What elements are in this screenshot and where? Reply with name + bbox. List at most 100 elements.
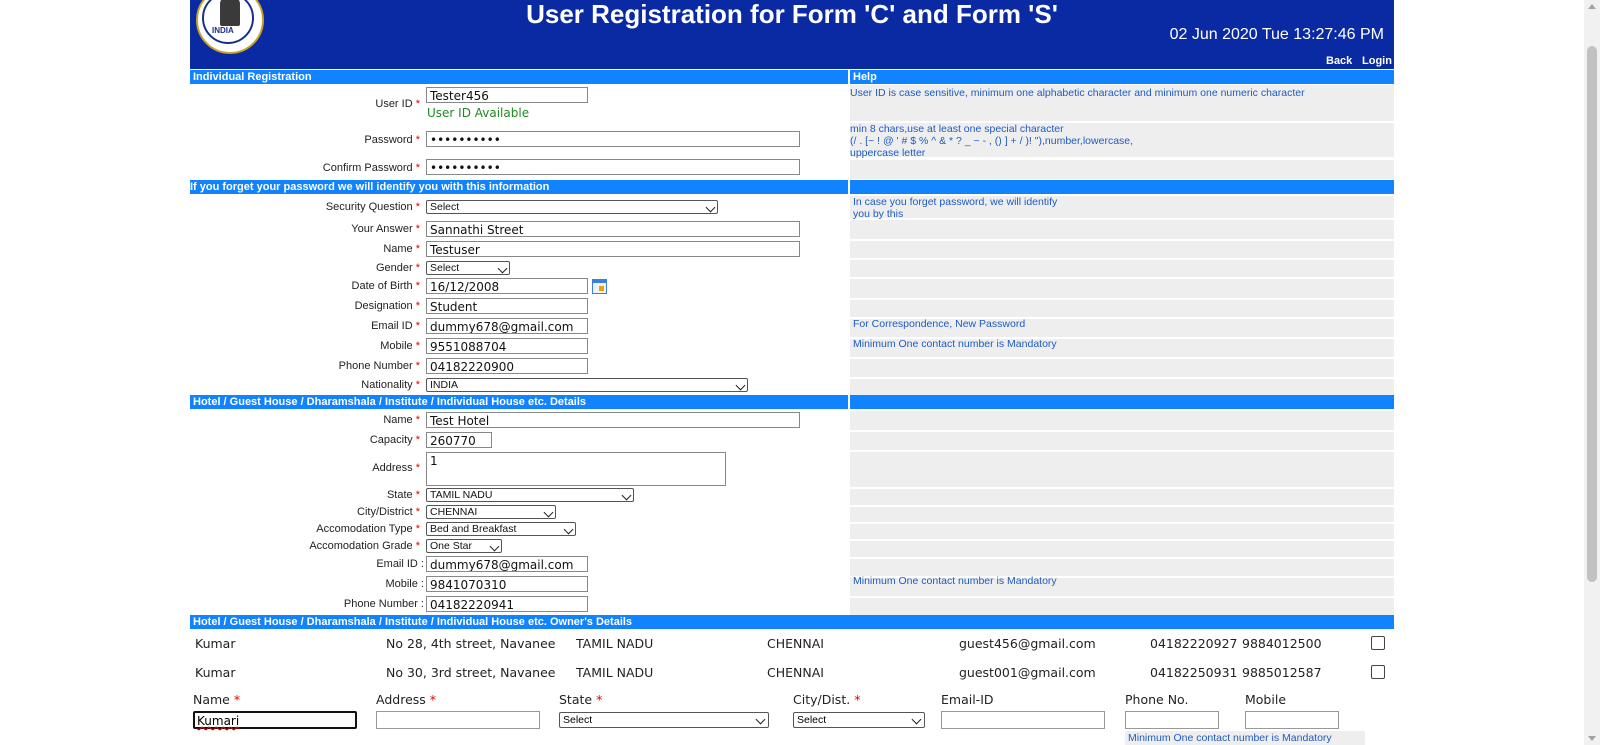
owner-city: CHENNAI [767,665,824,680]
hotel-name-label: Name * [383,414,420,426]
owner-state: TAMIL NADU [576,636,654,651]
owner-phone-label: Phone No. [1125,692,1189,707]
owner-address-label: Address * [376,692,437,707]
dob-input[interactable]: 16/12/2008 [426,278,588,294]
userid-input[interactable]: Tester456 [426,87,588,103]
email-input[interactable]: dummy678@gmail.com [426,318,588,334]
owner-name: Kumar [195,636,236,651]
owner-phone: 04182250931 [1150,665,1238,680]
section-hotel-help-bar [850,395,1394,409]
mobile-label: Mobile * [380,340,420,352]
owner-address-input[interactable] [376,711,540,729]
owner-state-select[interactable]: Select [559,712,769,728]
hotel-name-input[interactable]: Test Hotel [426,412,800,428]
login-link[interactable]: Login [1362,55,1392,67]
help-password-3: uppercase letter [850,147,926,159]
owner-select-checkbox[interactable] [1371,665,1385,679]
designation-label: Designation * [354,300,420,312]
capacity-input[interactable]: 260770 [426,432,492,448]
mobile-input[interactable]: 9551088704 [426,338,588,354]
chevron-down-icon [705,202,716,213]
header: INDIA User Registration for Form 'C' and… [190,0,1394,55]
owner-address: No 30, 3rd street, Navanee [386,665,556,680]
owner-city-select[interactable]: Select [793,712,925,728]
acc-grade-label: Accomodation Grade * [309,540,420,552]
section-hotel: Hotel / Guest House / Dharamshala / Inst… [190,395,848,409]
scroll-up-arrow-icon[interactable] [1588,4,1596,9]
nationality-select[interactable]: INDIA [426,378,748,392]
owner-state-label: State * [559,692,603,707]
confirm-password-input[interactable]: •••••••••• [426,159,800,175]
owner-email-label: Email-ID [941,692,994,707]
section-individual: Individual Registration [190,70,848,84]
name-input[interactable]: Testuser [426,241,800,257]
owner-mobile: 9885012587 [1242,665,1322,680]
scrollbar-thumb[interactable] [1587,46,1597,582]
security-question-select[interactable]: Select [426,200,718,214]
vertical-scrollbar[interactable] [1584,0,1600,745]
answer-label: Your Answer * [351,223,420,235]
owner-state: TAMIL NADU [576,665,654,680]
gender-select[interactable]: Select [426,261,510,275]
nationality-label: Nationality * [361,379,420,391]
chevron-down-icon [911,714,922,725]
scroll-down-arrow-icon[interactable] [1588,736,1596,741]
owner-mobile-label: Mobile [1245,692,1287,707]
owner-select-checkbox[interactable] [1371,636,1385,650]
chevron-down-icon [735,380,746,391]
owner-name-label: Name * [193,692,241,707]
phone-input[interactable]: 04182220900 [426,358,588,374]
designation-input[interactable]: Student [426,298,588,314]
chevron-down-icon [563,524,574,535]
userid-status: User ID Available [427,106,530,120]
owner-city-label: City/Dist. * [793,692,861,707]
hotel-phone-label: Phone Number : [343,598,424,610]
owner-name-input[interactable]: Kumari [193,711,357,729]
owner-phone: 04182220927 [1150,636,1238,651]
owner-email: guest456@gmail.com [959,636,1096,651]
state-label: State * [386,489,420,501]
address-textarea[interactable]: 1 [426,452,726,486]
hotel-mobile-input[interactable]: 9841070310 [426,576,588,592]
section-security: If you forget your password we will iden… [190,180,848,194]
calendar-icon[interactable] [592,279,607,294]
datetime: 02 Jun 2020 Tue 13:27:46 PM [1169,26,1384,43]
state-select[interactable]: TAMIL NADU [426,488,634,502]
owner-email: guest001@gmail.com [959,665,1096,680]
acc-grade-select[interactable]: One Star [426,539,502,553]
security-question-label: Security Question * [325,201,420,213]
chevron-down-icon [497,263,508,274]
section-help: Help [850,70,1394,84]
help-email: For Correspondence, New Password [853,318,1026,330]
section-security-help-bar [850,180,1394,194]
back-link[interactable]: Back [1326,55,1352,67]
help-password-1: min 8 chars,use at least one special cha… [850,123,1064,135]
gender-label: Gender * [375,262,420,274]
address-label: Address * [372,462,420,474]
hotel-email-input[interactable]: dummy678@gmail.com [426,556,588,572]
help-security-2: you by this [853,208,904,220]
hotel-email-label: Email ID : [376,558,424,570]
name-label: Name * [383,243,420,255]
phone-label: Phone Number * [338,360,420,372]
help-cell [850,160,1394,179]
answer-input[interactable]: Sannathi Street [426,221,800,237]
owner-mobile-input[interactable] [1245,711,1339,729]
help-contact: Minimum One contact number is Mandatory [853,338,1057,350]
chevron-down-icon [755,714,766,725]
acc-type-label: Accomodation Type * [316,523,420,535]
section-owner: Hotel / Guest House / Dharamshala / Inst… [190,615,1394,629]
owner-email-input[interactable] [941,711,1105,729]
userid-label: User ID * [375,98,420,110]
city-select[interactable]: CHENNAI [426,505,556,519]
owner-contact-note: Minimum One contact number is Mandatory [1128,732,1332,744]
chevron-down-icon [621,490,632,501]
owner-address: No 28, 4th street, Navanee [386,636,556,651]
password-input[interactable]: •••••••••• [426,131,800,147]
chevron-down-icon [489,541,500,552]
password-label: Password * [364,134,420,146]
owner-phone-input[interactable] [1125,711,1219,729]
hotel-phone-input[interactable]: 04182220941 [426,596,588,612]
help-userid: User ID is case sensitive, minimum one a… [850,87,1305,99]
acc-type-select[interactable]: Bed and Breakfast [426,522,576,536]
